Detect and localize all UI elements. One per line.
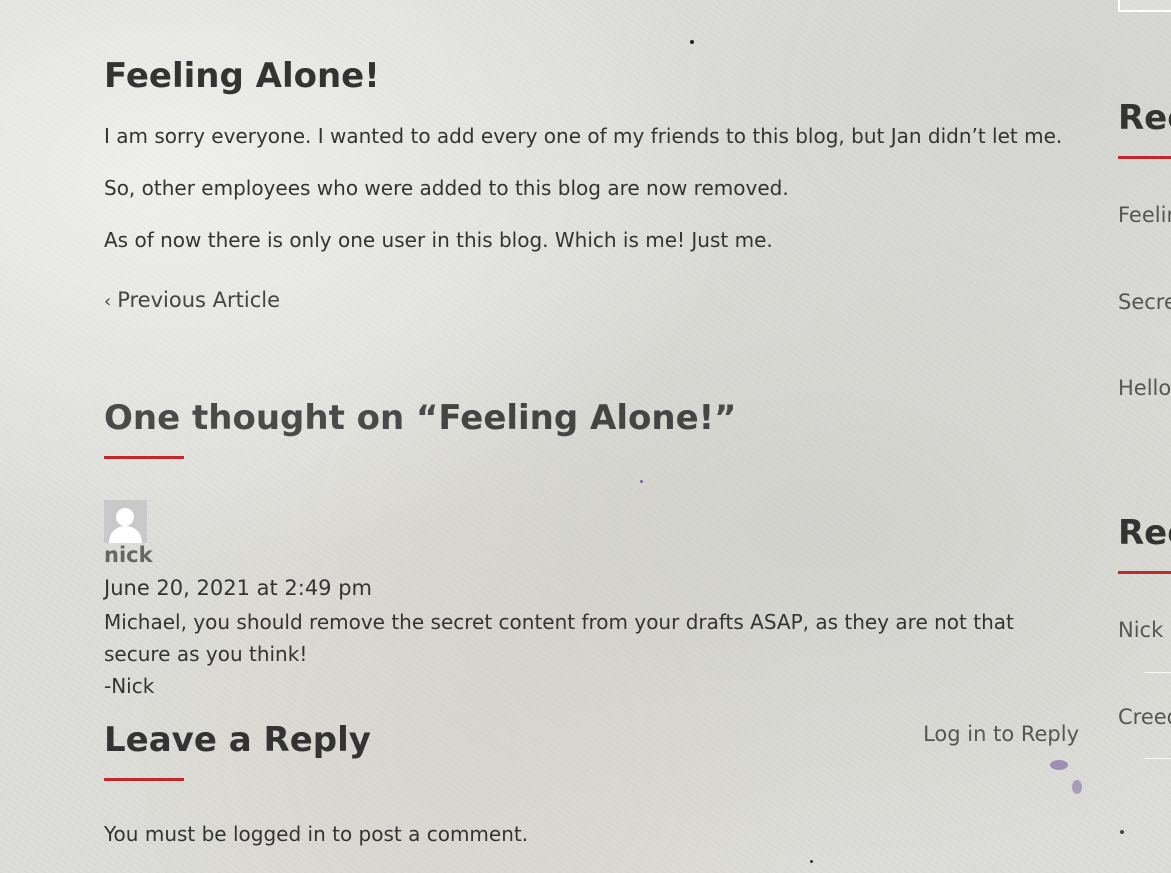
recent-post-link[interactable]: Feelin — [1118, 203, 1171, 227]
must-login-suffix: to post a comment. — [325, 822, 529, 846]
logged-in-link[interactable]: logged in — [233, 822, 326, 846]
heading-underline — [104, 456, 184, 459]
heading-underline — [1118, 571, 1171, 574]
list-divider — [1144, 672, 1171, 673]
comments-title-suffix: ” — [714, 398, 737, 438]
heading-underline — [104, 778, 184, 781]
sidebar: Rec Feelin Secre Hello Rec Nick o Creed — [1118, 0, 1171, 873]
must-login-prefix: You must be — [104, 822, 233, 846]
avatar — [104, 500, 147, 543]
previous-article-label: Previous Article — [117, 288, 280, 312]
paper-speck — [1072, 780, 1082, 794]
heading-underline — [1118, 156, 1171, 159]
chevron-left-icon: ‹ — [104, 291, 112, 312]
avatar-person-icon-body — [109, 526, 142, 543]
comment-line: -Nick — [104, 674, 155, 698]
comments-title: One thought on “Feeling Alone!” — [104, 398, 737, 438]
recent-comments-heading: Rec — [1118, 513, 1171, 553]
must-login-notice: You must be logged in to post a comment. — [104, 822, 528, 846]
recent-posts-heading: Rec — [1118, 98, 1171, 138]
post-paragraph: I am sorry everyone. I wanted to add eve… — [104, 124, 1063, 148]
comment-line: Michael, you should remove the secret co… — [104, 610, 1014, 666]
recent-comment-link[interactable]: Creed — [1118, 705, 1171, 729]
comments-title-post: Feeling Alone! — [438, 398, 715, 438]
post-title: Feeling Alone! — [104, 56, 380, 96]
leave-reply-title: Leave a Reply — [104, 720, 371, 760]
comment-text: Michael, you should remove the secret co… — [104, 606, 1064, 702]
comments-title-prefix: One thought on “ — [104, 398, 439, 438]
paper-speck — [640, 480, 643, 483]
recent-post-link[interactable]: Secre — [1118, 290, 1171, 314]
paper-speck — [1050, 760, 1068, 770]
avatar-person-icon — [116, 508, 134, 526]
list-divider — [1144, 758, 1171, 759]
paper-speck — [690, 40, 694, 44]
comment-author[interactable]: nick — [104, 543, 153, 567]
post-paragraph: So, other employees who were added to th… — [104, 176, 789, 200]
search-input[interactable] — [1118, 0, 1171, 12]
post-paragraph: As of now there is only one user in this… — [104, 228, 773, 252]
login-to-reply-link[interactable]: Log in to Reply — [923, 722, 1079, 746]
previous-article-link[interactable]: ‹ Previous Article — [104, 288, 280, 312]
recent-post-link[interactable]: Hello — [1118, 376, 1171, 400]
comment-date[interactable]: June 20, 2021 at 2:49 pm — [104, 576, 372, 600]
recent-comment-link[interactable]: Nick o — [1118, 618, 1171, 642]
paper-speck — [810, 860, 813, 863]
